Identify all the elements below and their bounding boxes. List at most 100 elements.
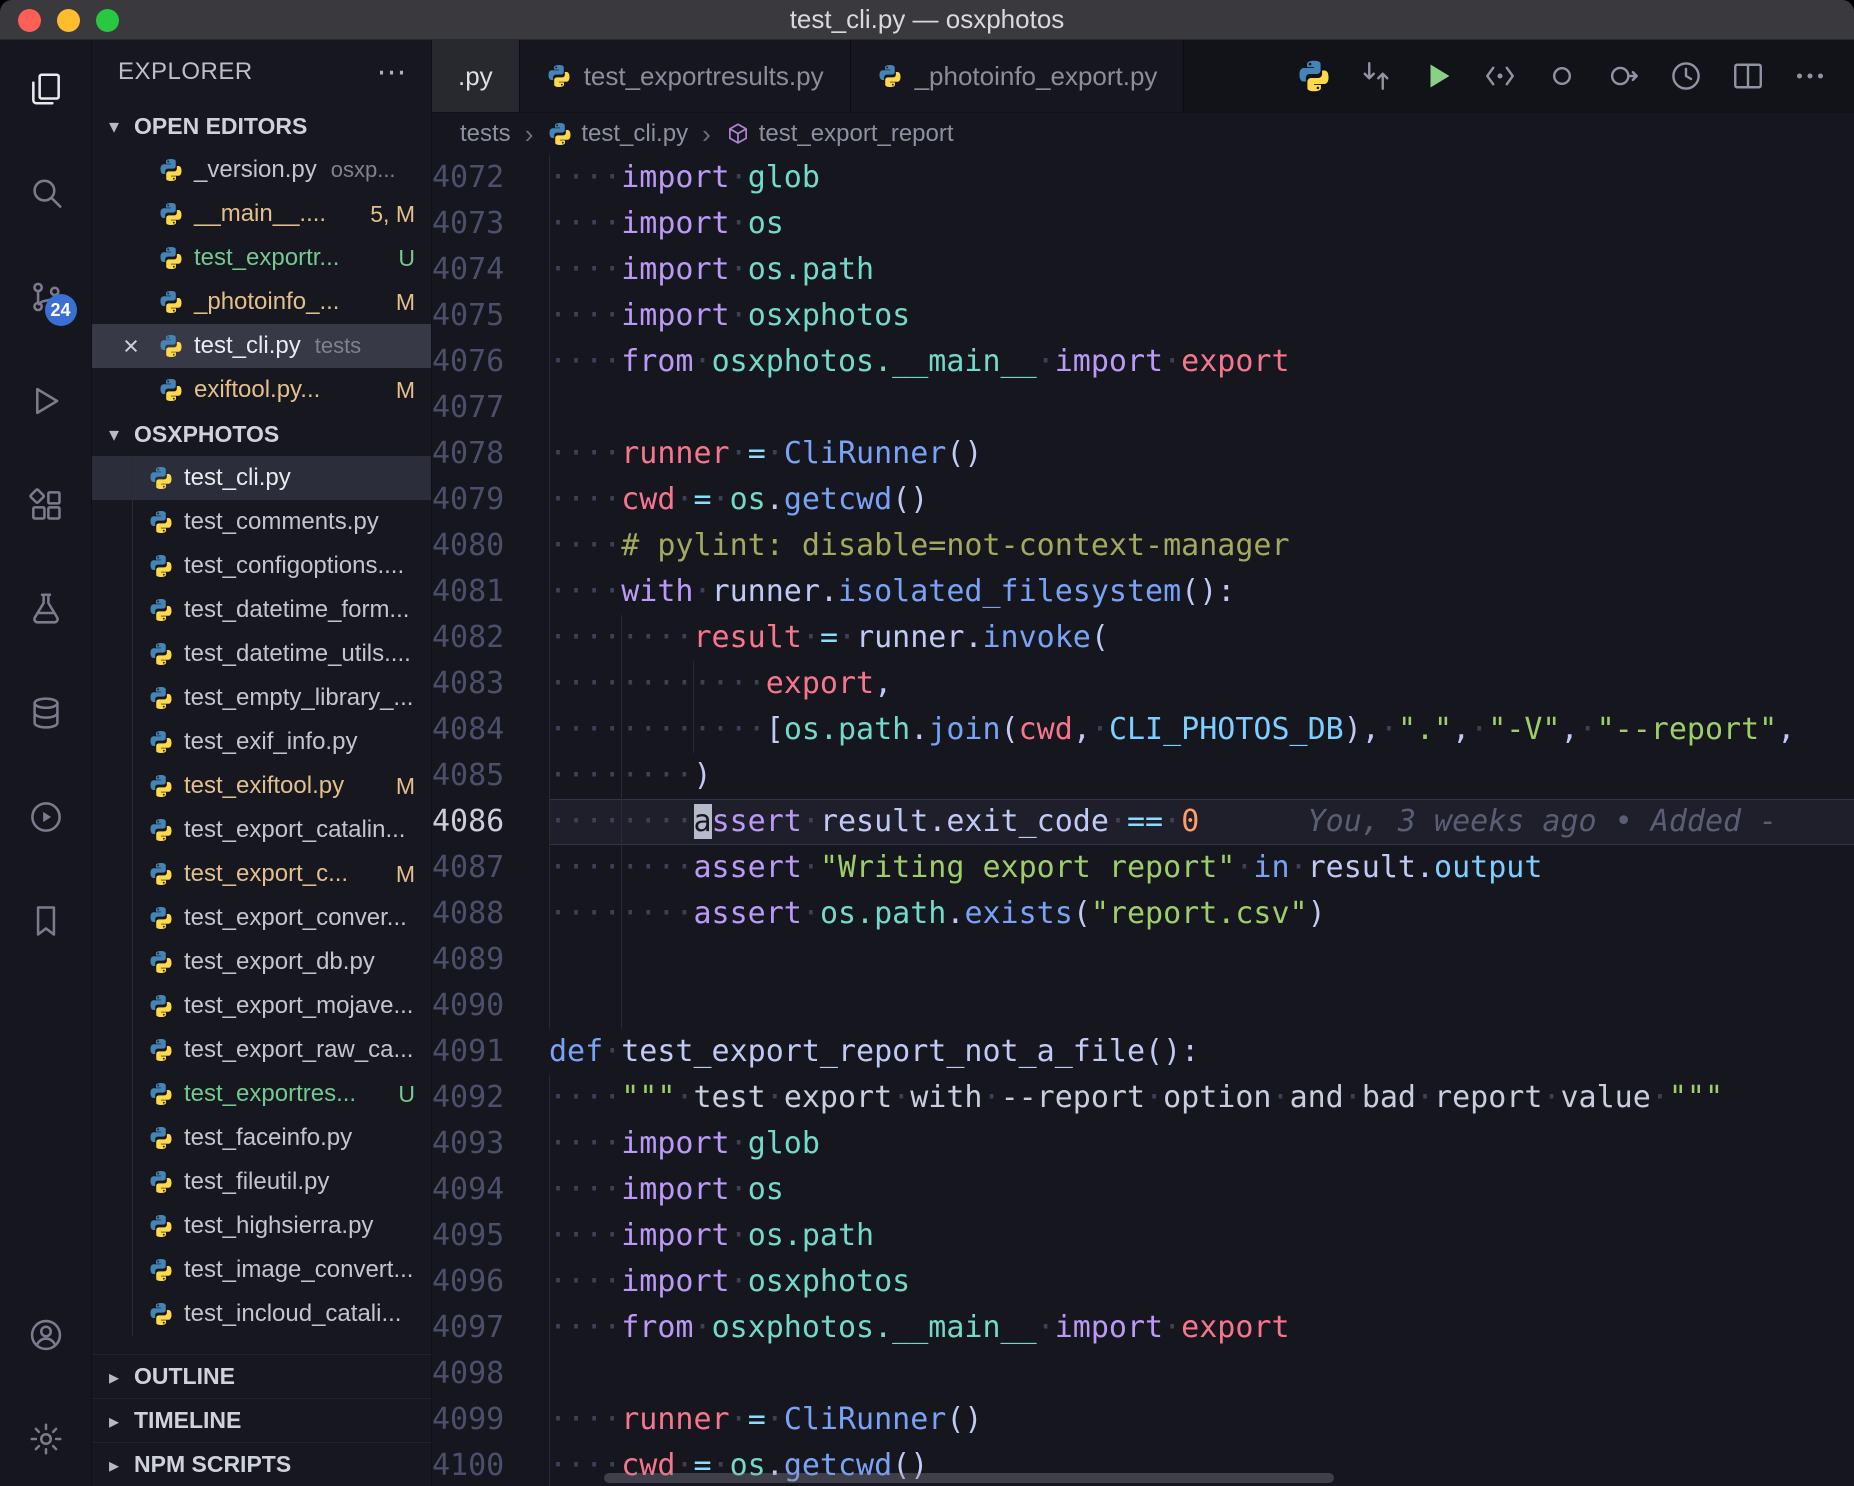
line-number[interactable]: 4076: [432, 339, 549, 385]
line-number[interactable]: 4084: [432, 707, 549, 753]
file-tree-item[interactable]: test_highsierra.py: [92, 1204, 431, 1248]
line-number[interactable]: 4096: [432, 1259, 549, 1305]
line-number[interactable]: 4097: [432, 1305, 549, 1351]
open-editor-item[interactable]: test_exportr... U: [92, 236, 431, 280]
explorer-more-actions-icon[interactable]: ⋯: [377, 55, 408, 90]
open-editor-item[interactable]: exiftool.py... M: [92, 368, 431, 412]
folder-section-header[interactable]: ▾ OSXPHOTOS: [92, 412, 431, 456]
more-actions-icon[interactable]: [1792, 58, 1828, 94]
outline-section-header[interactable]: ▸ OUTLINE: [92, 1354, 431, 1398]
file-tree-item[interactable]: test_export_db.py: [92, 940, 431, 984]
line-number[interactable]: 4090: [432, 983, 549, 1029]
line-number[interactable]: 4093: [432, 1121, 549, 1167]
timeline-section-header[interactable]: ▸ TIMELINE: [92, 1398, 431, 1442]
line-number[interactable]: 4082: [432, 615, 549, 661]
file-tree-item[interactable]: test_export_conver...: [92, 896, 431, 940]
line-number[interactable]: 4094: [432, 1167, 549, 1213]
line-number[interactable]: 4081: [432, 569, 549, 615]
code-line-4088[interactable]: 4088········assert·os.path.exists("repor…: [432, 891, 1854, 937]
code-line-4072[interactable]: 4072····import·glob: [432, 155, 1854, 201]
compare-changes-icon[interactable]: [1358, 58, 1394, 94]
split-editor-icon[interactable]: [1730, 58, 1766, 94]
code-line-4099[interactable]: 4099····runner·=·CliRunner(): [432, 1397, 1854, 1443]
code-line-4090[interactable]: 4090: [432, 983, 1854, 1029]
zoom-window-button[interactable]: [96, 9, 119, 32]
file-tree-item[interactable]: test_image_convert...: [92, 1248, 431, 1292]
code-line-4081[interactable]: 4081····with·runner.isolated_filesystem(…: [432, 569, 1854, 615]
line-number[interactable]: 4083: [432, 661, 549, 707]
line-number[interactable]: 4080: [432, 523, 549, 569]
line-number[interactable]: 4074: [432, 247, 549, 293]
file-tree-item[interactable]: test_exiftool.py M: [92, 764, 431, 808]
line-number[interactable]: 4073: [432, 201, 549, 247]
activity-bar-run-debug-button[interactable]: [27, 382, 65, 420]
code-line-4096[interactable]: 4096····import·osxphotos: [432, 1259, 1854, 1305]
code-line-4086[interactable]: 4086········assert·result.exit_code·==·0…: [432, 799, 1854, 845]
open-editor-item[interactable]: × test_cli.py tests: [92, 324, 431, 368]
code-line-4092[interactable]: 4092····"""·test·export·with·--report·op…: [432, 1075, 1854, 1121]
breadcrumb-item[interactable]: test_cli.py: [547, 120, 688, 148]
code-line-4082[interactable]: 4082········result·=·runner.invoke(: [432, 615, 1854, 661]
activity-bar-settings-button[interactable]: [27, 1420, 65, 1458]
line-number[interactable]: 4092: [432, 1075, 549, 1121]
line-number[interactable]: 4087: [432, 845, 549, 891]
line-number[interactable]: 4099: [432, 1397, 549, 1443]
activity-bar-explorer-button[interactable]: [27, 70, 65, 108]
line-number[interactable]: 4072: [432, 155, 549, 201]
code-line-4079[interactable]: 4079····cwd·=·os.getcwd(): [432, 477, 1854, 523]
file-tree-item[interactable]: test_exif_info.py: [92, 720, 431, 764]
file-tree-item[interactable]: test_fileutil.py: [92, 1160, 431, 1204]
line-number[interactable]: 4100: [432, 1443, 549, 1486]
editor-tab[interactable]: _photoinfo_export.py: [851, 40, 1185, 112]
file-tree-item[interactable]: test_export_raw_ca...: [92, 1028, 431, 1072]
line-number[interactable]: 4086: [432, 799, 549, 845]
code-line-4076[interactable]: 4076····from·osxphotos.__main__·import·e…: [432, 339, 1854, 385]
line-number[interactable]: 4085: [432, 753, 549, 799]
line-number[interactable]: 4077: [432, 385, 549, 431]
open-editors-section-header[interactable]: ▾ OPEN EDITORS: [92, 104, 431, 148]
activity-bar-bookmarks-button[interactable]: [27, 902, 65, 940]
file-tree-item[interactable]: test_cli.py: [92, 456, 431, 500]
activity-bar-search-button[interactable]: [27, 174, 65, 212]
run-file-icon[interactable]: [1420, 58, 1456, 94]
file-tree-item[interactable]: test_datetime_form...: [92, 588, 431, 632]
code-line-4091[interactable]: 4091def·test_export_report_not_a_file():: [432, 1029, 1854, 1075]
file-tree-item[interactable]: test_faceinfo.py: [92, 1116, 431, 1160]
line-number[interactable]: 4088: [432, 891, 549, 937]
history-icon[interactable]: [1668, 58, 1704, 94]
code-line-4084[interactable]: 4084············[os.path.join(cwd,·CLI_P…: [432, 707, 1854, 753]
breadcrumb-item[interactable]: tests: [460, 120, 511, 148]
code-line-4073[interactable]: 4073····import·os: [432, 201, 1854, 247]
editor-tab[interactable]: test_exportresults.py: [520, 40, 851, 112]
line-number[interactable]: 4089: [432, 937, 549, 983]
line-number[interactable]: 4095: [432, 1213, 549, 1259]
open-editor-item[interactable]: _photoinfo_... M: [92, 280, 431, 324]
close-editor-icon[interactable]: ×: [114, 331, 148, 362]
code-line-4087[interactable]: 4087········assert·"Writing export repor…: [432, 845, 1854, 891]
file-tree-item[interactable]: test_export_mojave...: [92, 984, 431, 1028]
file-tree-item[interactable]: test_export_c... M: [92, 852, 431, 896]
file-tree-item[interactable]: test_exportres... U: [92, 1072, 431, 1116]
code-line-4094[interactable]: 4094····import·os: [432, 1167, 1854, 1213]
code-line-4075[interactable]: 4075····import·osxphotos: [432, 293, 1854, 339]
code-line-4078[interactable]: 4078····runner·=·CliRunner(): [432, 431, 1854, 477]
line-number[interactable]: 4079: [432, 477, 549, 523]
line-number[interactable]: 4098: [432, 1351, 549, 1397]
code-line-4095[interactable]: 4095····import·os.path: [432, 1213, 1854, 1259]
close-window-button[interactable]: [18, 9, 41, 32]
file-tree-item[interactable]: test_datetime_utils....: [92, 632, 431, 676]
horizontal-scrollbar[interactable]: [604, 1473, 1334, 1483]
breakpoint-icon[interactable]: [1544, 58, 1580, 94]
goto-symbol-icon[interactable]: [1606, 58, 1642, 94]
code-line-4089[interactable]: 4089: [432, 937, 1854, 983]
file-tree-item[interactable]: test_empty_library_...: [92, 676, 431, 720]
line-number[interactable]: 4078: [432, 431, 549, 477]
activity-bar-extensions-button[interactable]: [27, 486, 65, 524]
code-line-4085[interactable]: 4085········): [432, 753, 1854, 799]
code-line-4098[interactable]: 4098: [432, 1351, 1854, 1397]
line-number[interactable]: 4075: [432, 293, 549, 339]
file-tree-item[interactable]: test_incloud_catali...: [92, 1292, 431, 1336]
minimize-window-button[interactable]: [57, 9, 80, 32]
file-tree-item[interactable]: test_export_catalin...: [92, 808, 431, 852]
editor-tab[interactable]: .py: [432, 40, 520, 112]
